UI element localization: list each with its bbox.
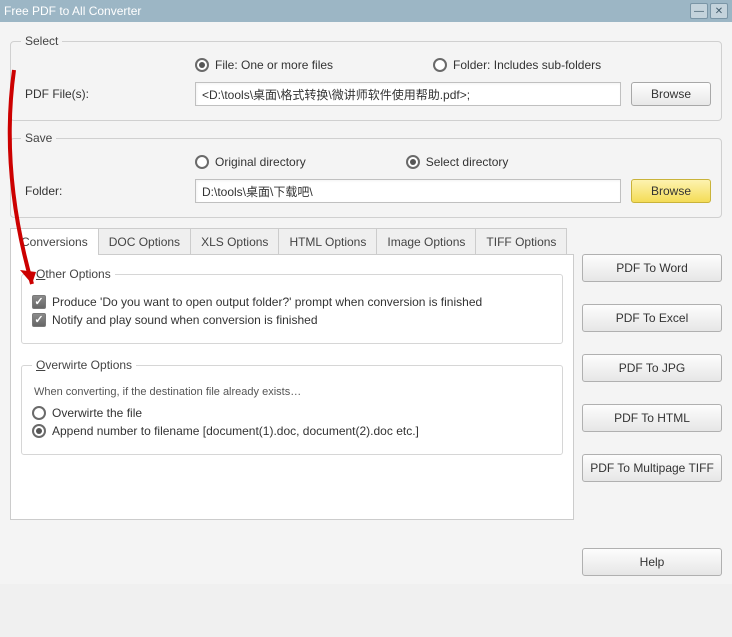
radio-original-dir[interactable]: Original directory [195, 155, 306, 169]
browse-files-button[interactable]: Browse [631, 82, 711, 106]
main-panel: Select File: One or more files Folder: I… [0, 22, 732, 584]
radio-original-label: Original directory [215, 155, 306, 169]
help-button[interactable]: Help [582, 548, 722, 576]
pdf-files-label: PDF File(s): [21, 87, 185, 101]
folder-input[interactable] [195, 179, 621, 203]
radio-folder-mode[interactable]: Folder: Includes sub-folders [433, 58, 601, 72]
radio-overwrite-file[interactable]: Overwirte the file [32, 406, 552, 420]
pdf-to-word-button[interactable]: PDF To Word [582, 254, 722, 282]
radio-select-label: Select directory [426, 155, 509, 169]
radio-append-number[interactable]: Append number to filename [document(1).d… [32, 424, 552, 438]
check-notify-label: Notify and play sound when conversion is… [52, 313, 318, 327]
pdf-to-jpg-button[interactable]: PDF To JPG [582, 354, 722, 382]
tab-strip: Conversions DOC Options XLS Options HTML… [10, 228, 574, 255]
radio-overwrite-label: Overwirte the file [52, 406, 142, 420]
radio-icon [433, 58, 447, 72]
overwrite-legend: Overwirte Options [32, 358, 136, 372]
tab-xls-options[interactable]: XLS Options [190, 228, 279, 255]
radio-append-label: Append number to filename [document(1).d… [52, 424, 419, 438]
overwrite-hint: When converting, if the destination file… [34, 386, 552, 398]
pdf-files-input[interactable] [195, 82, 621, 106]
window-title: Free PDF to All Converter [4, 4, 141, 18]
radio-icon [32, 424, 46, 438]
check-open-folder-prompt[interactable]: Produce 'Do you want to open output fold… [32, 295, 552, 309]
tab-tiff-options[interactable]: TIFF Options [475, 228, 567, 255]
title-bar: Free PDF to All Converter — ✕ [0, 0, 732, 22]
folder-label: Folder: [21, 184, 185, 198]
other-options-group: Other Options Produce 'Do you want to op… [21, 267, 563, 344]
overwrite-options-group: Overwirte Options When converting, if th… [21, 358, 563, 455]
browse-folder-button[interactable]: Browse [631, 179, 711, 203]
window-controls: — ✕ [690, 3, 728, 19]
select-legend: Select [21, 34, 62, 48]
check-open-folder-label: Produce 'Do you want to open output fold… [52, 295, 482, 309]
close-button[interactable]: ✕ [710, 3, 728, 19]
radio-file-label: File: One or more files [215, 58, 333, 72]
select-group: Select File: One or more files Folder: I… [10, 34, 722, 121]
save-group: Save Original directory Select directory… [10, 131, 722, 218]
radio-icon [32, 406, 46, 420]
tab-content-conversions: Other Options Produce 'Do you want to op… [10, 254, 574, 520]
radio-file-mode[interactable]: File: One or more files [195, 58, 333, 72]
pdf-to-html-button[interactable]: PDF To HTML [582, 404, 722, 432]
radio-icon [195, 155, 209, 169]
check-notify-sound[interactable]: Notify and play sound when conversion is… [32, 313, 552, 327]
radio-icon [195, 58, 209, 72]
minimize-button[interactable]: — [690, 3, 708, 19]
tab-image-options[interactable]: Image Options [376, 228, 476, 255]
save-legend: Save [21, 131, 56, 145]
radio-folder-label: Folder: Includes sub-folders [453, 58, 601, 72]
pdf-to-excel-button[interactable]: PDF To Excel [582, 304, 722, 332]
radio-select-dir[interactable]: Select directory [406, 155, 509, 169]
convert-buttons-column: PDF To Word PDF To Excel PDF To JPG PDF … [582, 228, 722, 576]
pdf-to-multipage-tiff-button[interactable]: PDF To Multipage TIFF [582, 454, 722, 482]
tab-html-options[interactable]: HTML Options [278, 228, 377, 255]
checkbox-icon [32, 295, 46, 309]
checkbox-icon [32, 313, 46, 327]
tab-doc-options[interactable]: DOC Options [98, 228, 191, 255]
radio-icon [406, 155, 420, 169]
tab-conversions[interactable]: Conversions [10, 228, 99, 255]
other-options-legend: Other Options [32, 267, 115, 281]
